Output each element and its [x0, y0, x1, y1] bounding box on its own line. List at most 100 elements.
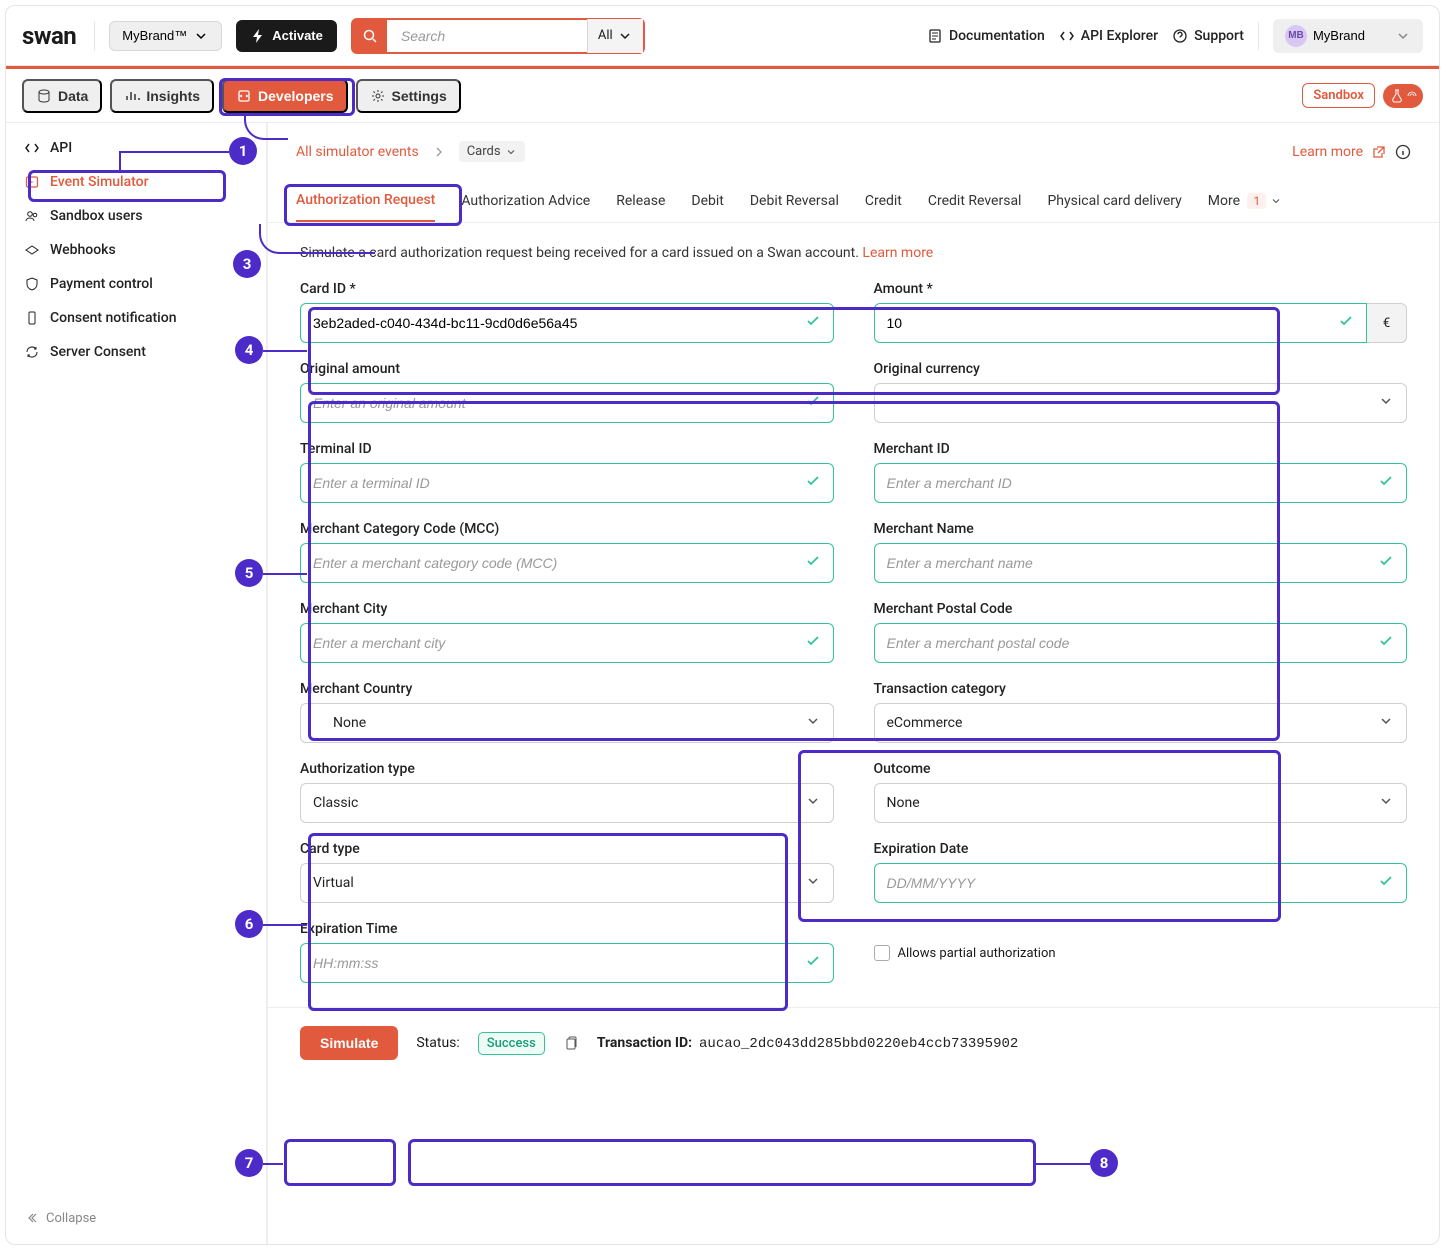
info-icon[interactable] — [1395, 144, 1411, 160]
field-mcc: Merchant Category Code (MCC) — [300, 521, 834, 583]
doc-link[interactable]: Documentation — [927, 28, 1045, 44]
nav-settings[interactable]: Settings — [356, 79, 461, 113]
tab-debit-reversal[interactable]: Debit Reversal — [750, 181, 839, 221]
label: Outcome — [874, 761, 1408, 777]
tab-release[interactable]: Release — [616, 181, 665, 221]
check-icon — [1378, 473, 1394, 493]
search-input[interactable] — [387, 28, 587, 44]
chevron-down-icon — [1378, 713, 1394, 733]
field-card-type: Card type Virtual — [300, 841, 834, 903]
chevron-down-icon — [1270, 195, 1282, 207]
merchant-name-input[interactable] — [874, 543, 1408, 583]
sidebar-item-sandbox-users[interactable]: Sandbox users — [6, 199, 266, 233]
partial-auth-checkbox[interactable] — [874, 945, 890, 961]
search-filter[interactable]: All — [587, 19, 643, 53]
check-icon — [805, 953, 821, 973]
sidebar-item-label: Webhooks — [50, 242, 116, 258]
divider — [1258, 22, 1259, 50]
brand-selector[interactable]: MyBrand™ — [109, 21, 222, 51]
currency-indicator: € — [1367, 303, 1407, 343]
crumb-cards[interactable]: Cards — [459, 141, 525, 162]
field-exp-time: Expiration Time — [300, 921, 834, 983]
tab-auth-request[interactable]: Authorization Request — [296, 180, 435, 222]
outcome-select[interactable]: None — [874, 783, 1408, 823]
check-icon — [1378, 873, 1394, 893]
original-amount-input[interactable] — [300, 383, 834, 423]
label: Merchant Category Code (MCC) — [300, 521, 834, 537]
field-exp-date: Expiration Date — [874, 841, 1408, 903]
crumb-all-events[interactable]: All simulator events — [296, 144, 419, 160]
annotation-connector — [263, 924, 307, 926]
activate-button[interactable]: Activate — [236, 20, 337, 52]
tab-physical[interactable]: Physical card delivery — [1047, 181, 1181, 221]
check-icon — [1378, 633, 1394, 653]
sidebar-item-label: Payment control — [50, 276, 153, 292]
nav-data[interactable]: Data — [22, 79, 102, 113]
annotation-connector — [263, 350, 307, 352]
partial-auth-label: Allows partial authorization — [898, 946, 1056, 961]
sidebar-item-server-consent[interactable]: Server Consent — [6, 335, 266, 369]
check-icon — [805, 473, 821, 493]
txn-category-select[interactable]: eCommerce — [874, 703, 1408, 743]
select-value: None — [313, 715, 366, 731]
description-learn-link[interactable]: Learn more — [862, 245, 933, 261]
exp-date-input[interactable] — [874, 863, 1408, 903]
env-toggle[interactable] — [1383, 84, 1423, 108]
sidebar-item-label: Server Consent — [50, 344, 146, 360]
tab-auth-advice[interactable]: Authorization Advice — [461, 181, 590, 221]
tab-debit[interactable]: Debit — [691, 181, 723, 221]
check-icon — [805, 313, 821, 333]
card-id-input[interactable] — [300, 303, 834, 343]
account-menu[interactable]: MB MyBrand — [1273, 19, 1423, 53]
annotation-number: 4 — [235, 336, 263, 364]
breadcrumb: All simulator events Cards Learn more — [268, 123, 1439, 180]
label: Merchant Country — [300, 681, 834, 697]
auth-type-select[interactable]: Classic — [300, 783, 834, 823]
sidebar-item-event-simulator[interactable]: Event Simulator — [6, 165, 266, 199]
terminal-id-input[interactable] — [300, 463, 834, 503]
sidebar-item-consent-notification[interactable]: Consent notification — [6, 301, 266, 335]
nav-insights[interactable]: Insights — [110, 79, 214, 113]
api-explorer-link[interactable]: API Explorer — [1059, 28, 1158, 44]
webhooks-icon — [24, 242, 40, 258]
collapse-button[interactable]: Collapse — [6, 1192, 266, 1244]
merchant-country-select[interactable]: None — [300, 703, 834, 743]
select-value: Classic — [313, 795, 358, 811]
exp-time-input[interactable] — [300, 943, 834, 983]
copy-icon[interactable] — [563, 1035, 579, 1051]
field-merchant-name: Merchant Name — [874, 521, 1408, 583]
sandbox-pill[interactable]: Sandbox — [1302, 83, 1375, 108]
simulate-button[interactable]: Simulate — [300, 1026, 398, 1060]
tab-credit[interactable]: Credit — [865, 181, 902, 221]
status-label: Status: — [416, 1035, 459, 1051]
support-link[interactable]: Support — [1172, 28, 1244, 44]
sidebar-item-api[interactable]: API — [6, 131, 266, 165]
tab-more[interactable]: More 1 — [1208, 181, 1282, 221]
label: Transaction category — [874, 681, 1408, 697]
chevron-down-icon — [1378, 793, 1394, 813]
sidebar-item-label: Sandbox users — [50, 208, 143, 224]
merchant-postal-input[interactable] — [874, 623, 1408, 663]
mcc-input[interactable] — [300, 543, 834, 583]
users-icon — [24, 208, 40, 224]
merchant-id-input[interactable] — [874, 463, 1408, 503]
nav-developers[interactable]: Developers — [222, 79, 347, 113]
brand-name: MyBrand™ — [122, 28, 187, 43]
card-type-select[interactable]: Virtual — [300, 863, 834, 903]
annotation-connector — [263, 573, 307, 575]
bolt-icon — [250, 28, 266, 44]
crumb-cards-label: Cards — [467, 144, 501, 159]
amount-input[interactable] — [874, 303, 1368, 343]
tab-credit-reversal[interactable]: Credit Reversal — [928, 181, 1022, 221]
label: Original currency — [874, 361, 1408, 377]
sidebar-item-webhooks[interactable]: Webhooks — [6, 233, 266, 267]
original-currency-select[interactable] — [874, 383, 1408, 423]
merchant-city-input[interactable] — [300, 623, 834, 663]
sidebar-item-payment-control[interactable]: Payment control — [6, 267, 266, 301]
search[interactable]: All — [351, 18, 645, 54]
learn-more-link[interactable]: Learn more — [1292, 144, 1363, 160]
search-icon-box[interactable] — [353, 19, 387, 53]
tab-more-label: More — [1208, 193, 1240, 209]
chevron-down-icon — [1378, 393, 1394, 413]
chevron-down-icon — [805, 713, 821, 733]
